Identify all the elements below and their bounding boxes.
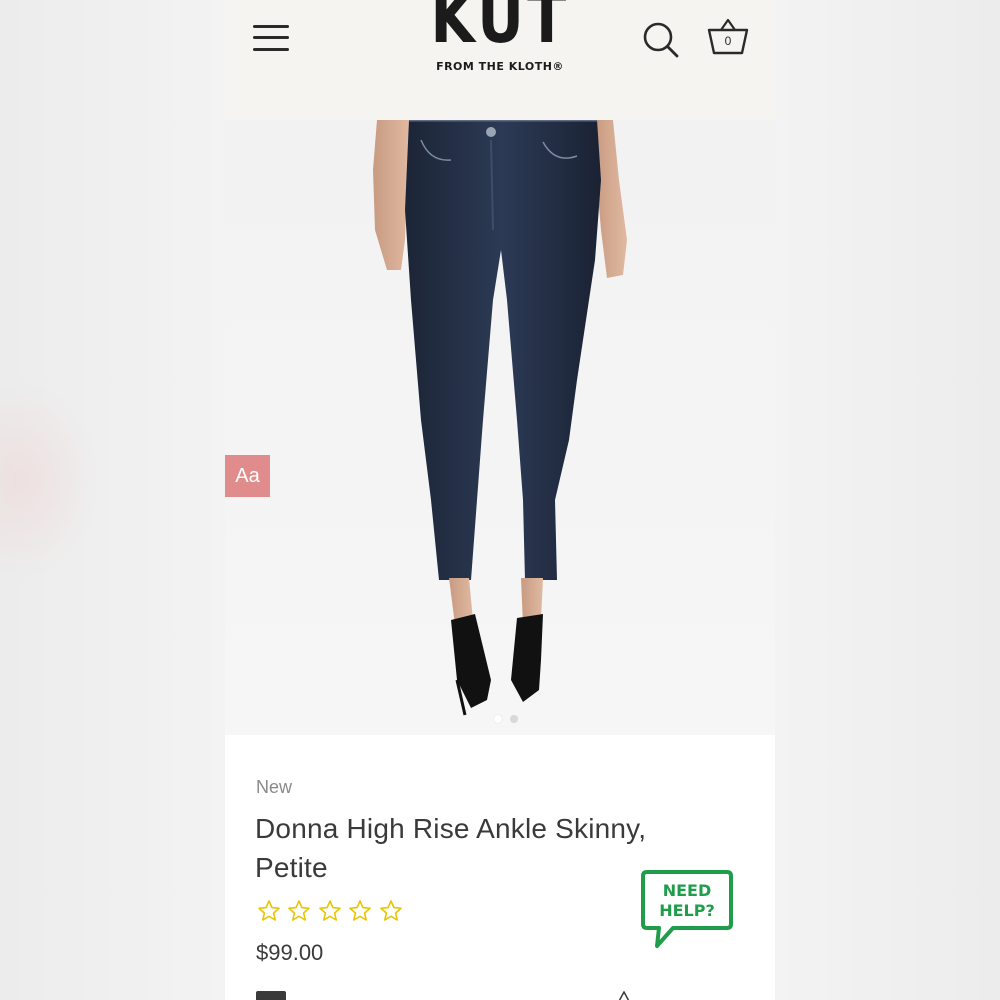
product-image[interactable]: [225, 118, 775, 735]
gallery-dot[interactable]: [510, 715, 518, 723]
search-icon[interactable]: [641, 20, 681, 60]
new-badge: New: [256, 777, 293, 797]
gallery-dot-active[interactable]: [494, 715, 502, 723]
site-header: KUT FROM THE KLOTH® 0: [225, 0, 775, 120]
next-section-peek: [256, 991, 286, 1000]
brand-logo[interactable]: KUT FROM THE KLOTH®: [415, 0, 585, 80]
need-help-line1: NEED: [663, 881, 712, 900]
star-outline-icon: [288, 900, 311, 921]
cart-basket-icon[interactable]: 0: [705, 16, 751, 58]
cart-count-badge: 0: [724, 34, 732, 48]
star-outline-icon: [258, 900, 280, 921]
need-help-chat-button[interactable]: NEED HELP?: [639, 868, 735, 954]
background-right: [775, 0, 1000, 1000]
chat-bubble-icon: NEED HELP?: [641, 870, 733, 948]
product-page: KUT FROM THE KLOTH® 0 Aa New Donna High …: [225, 0, 775, 1000]
jeans-model-photo: [373, 118, 627, 716]
gallery-pagination: [490, 710, 522, 728]
need-help-line2: HELP?: [659, 901, 715, 920]
logo-tagline: FROM THE KLOTH®: [436, 60, 564, 73]
share-icon[interactable]: [617, 991, 631, 1000]
product-info: New Donna High Rise Ankle Skinny, Petite…: [225, 735, 775, 1000]
star-outline-icon: [349, 900, 372, 921]
hamburger-menu-icon[interactable]: [253, 22, 289, 54]
rating-stars[interactable]: [257, 899, 405, 925]
background-left: [0, 0, 225, 1000]
star-outline-icon: [319, 900, 341, 921]
accessibility-text-size-button[interactable]: Aa: [225, 455, 270, 497]
product-price: $99.00: [256, 940, 324, 965]
logo-wordmark: KUT: [430, 0, 570, 59]
star-outline-icon: [380, 900, 402, 921]
